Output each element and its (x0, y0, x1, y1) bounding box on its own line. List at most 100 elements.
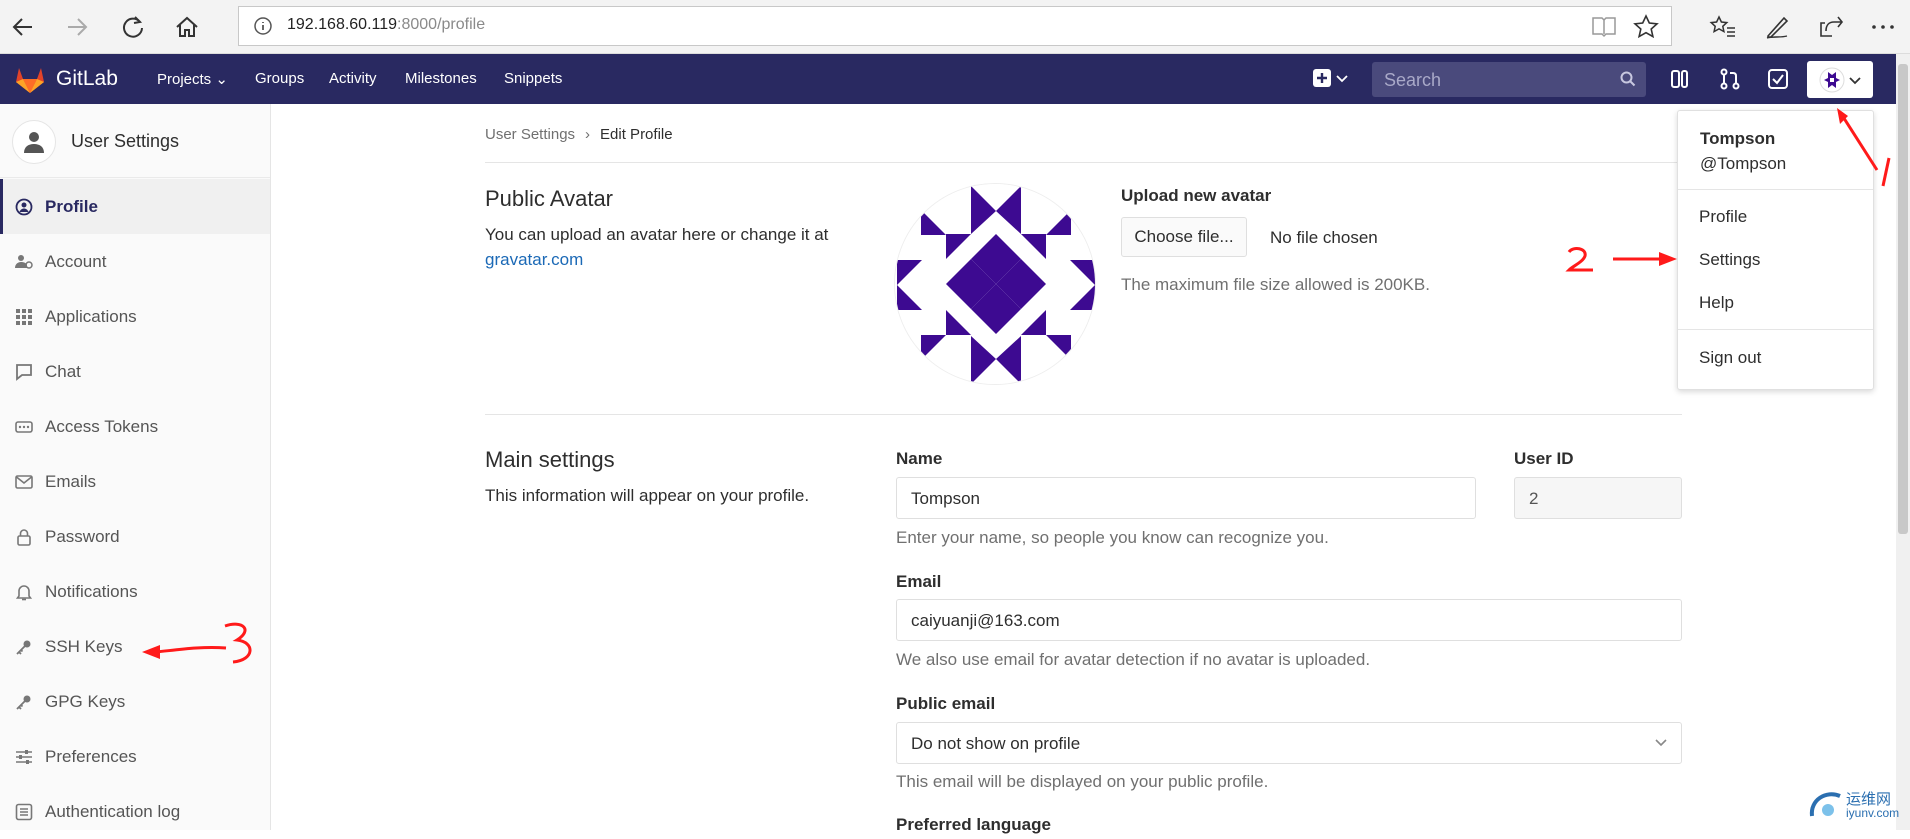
annotation-arrow-2 (1565, 247, 1677, 272)
gravatar-link[interactable]: gravatar.com (485, 250, 583, 269)
page-scrollbar[interactable] (1896, 54, 1910, 830)
no-file-text: No file chosen (1270, 228, 1378, 247)
key-icon (15, 693, 33, 711)
scrollbar-thumb[interactable] (1898, 64, 1908, 534)
favorites-list-icon[interactable] (1706, 10, 1740, 44)
chevron-down-icon (1336, 73, 1348, 83)
dropdown-user-name: Tompson (1700, 129, 1776, 148)
pen-notes-icon[interactable] (1760, 10, 1794, 44)
watermark-subtext: iyunv.com (1846, 806, 1900, 820)
chat-icon (15, 363, 33, 381)
email-input[interactable]: caiyuanji@163.com (896, 599, 1682, 641)
share-icon[interactable] (1814, 10, 1848, 44)
sidebar-item-label: Password (45, 527, 120, 546)
breadcrumb: User Settings › Edit Profile (485, 126, 673, 143)
sidebar-item-label: SSH Keys (45, 637, 123, 656)
sidebar-item-label: Profile (45, 197, 98, 216)
dropdown-help[interactable]: Help (1678, 284, 1873, 322)
nav-activity[interactable]: Activity (329, 70, 377, 87)
public-email-select[interactable]: Do not show on profile (896, 722, 1682, 764)
user-avatar-dropdown[interactable] (1807, 61, 1873, 98)
divider (485, 162, 1682, 163)
public-email-label: Public email (896, 694, 996, 713)
sidebar-item-label: Authentication log (45, 802, 181, 821)
sidebar-item-label: Access Tokens (45, 417, 159, 436)
chevron-down-icon (1849, 75, 1861, 85)
home-icon[interactable] (170, 10, 204, 44)
search-icon (1620, 71, 1636, 87)
favorite-star-icon[interactable] (1633, 14, 1659, 40)
divider (485, 414, 1682, 415)
nav-snippets[interactable]: Snippets (504, 70, 562, 87)
profile-icon (15, 198, 33, 216)
search-input[interactable]: Search (1372, 62, 1646, 97)
choose-file-button[interactable]: Choose file... (1121, 217, 1247, 257)
sidebar-item-notifications[interactable]: Notifications (0, 564, 270, 619)
dropdown-profile[interactable]: Profile (1678, 198, 1873, 236)
settings-sidebar: User Settings Profile Account Applicatio… (0, 104, 271, 830)
divider (1678, 189, 1873, 190)
sidebar-item-label: Account (45, 252, 107, 271)
bell-icon (15, 583, 33, 601)
address-bar[interactable]: 192.168.60.119:8000/profile (238, 6, 1672, 46)
avatar-image (894, 183, 1096, 385)
main-settings-title: Main settings (485, 447, 615, 472)
user-id-field: 2 (1514, 477, 1682, 519)
user-icon (12, 120, 56, 164)
email-label: Email (896, 572, 942, 591)
reading-view-icon[interactable] (1591, 14, 1617, 38)
todo-check-icon[interactable] (1766, 67, 1790, 91)
sidebar-item-authentication-log[interactable]: Authentication log (0, 784, 270, 839)
preferred-language-label: Preferred language (896, 815, 1051, 834)
email-icon (15, 473, 33, 491)
plus-square-icon (1312, 68, 1332, 88)
sidebar-item-label: Preferences (45, 747, 137, 766)
nav-milestones[interactable]: Milestones (405, 70, 477, 87)
sidebar-item-account[interactable]: Account (0, 234, 270, 289)
public-email-help: This email will be displayed on your pub… (896, 772, 1269, 791)
forward-arrow-icon[interactable] (60, 10, 94, 44)
upload-avatar-label: Upload new avatar (1121, 186, 1272, 205)
sidebar-item-label: Notifications (45, 582, 138, 601)
account-icon (15, 253, 33, 271)
browser-toolbar: 192.168.60.119:8000/profile (0, 0, 1910, 54)
divider (1678, 329, 1873, 330)
max-file-size-text: The maximum file size allowed is 200KB. (1121, 275, 1430, 294)
sidebar-item-password[interactable]: Password (0, 509, 270, 564)
new-item-dropdown[interactable] (1312, 68, 1348, 88)
url-text[interactable]: 192.168.60.119:8000/profile (287, 16, 485, 34)
chevron-down-icon (1655, 737, 1667, 747)
sidebar-item-ssh-keys[interactable]: SSH Keys (0, 619, 270, 674)
applications-icon (15, 308, 33, 326)
sidebar-title: User Settings (71, 131, 180, 151)
gitlab-brand[interactable]: GitLab (56, 67, 118, 91)
dropdown-settings[interactable]: Settings (1678, 241, 1873, 279)
merge-request-icon[interactable] (1718, 67, 1742, 91)
user-id-label: User ID (1514, 449, 1574, 468)
sidebar-item-label: Chat (45, 362, 81, 381)
nav-projects[interactable]: Projects ⌄ (157, 70, 228, 88)
sidebar-item-profile[interactable]: Profile (0, 179, 270, 234)
back-arrow-icon[interactable] (6, 10, 40, 44)
more-options-icon[interactable] (1866, 10, 1900, 44)
sidebar-header[interactable]: User Settings (0, 104, 270, 178)
email-help: We also use email for avatar detection i… (896, 650, 1371, 669)
refresh-icon[interactable] (116, 10, 150, 44)
sidebar-item-gpg-keys[interactable]: GPG Keys (0, 674, 270, 729)
issues-board-icon[interactable] (1668, 67, 1692, 91)
sidebar-item-preferences[interactable]: Preferences (0, 729, 270, 784)
dropdown-sign-out[interactable]: Sign out (1678, 339, 1873, 377)
gitlab-logo-icon[interactable] (14, 64, 46, 94)
breadcrumb-parent[interactable]: User Settings (485, 126, 575, 143)
sidebar-item-applications[interactable]: Applications (0, 289, 270, 344)
list-icon (15, 803, 33, 821)
sidebar-item-emails[interactable]: Emails (0, 454, 270, 509)
sidebar-item-access-tokens[interactable]: Access Tokens (0, 399, 270, 454)
sidebar-item-chat[interactable]: Chat (0, 344, 270, 399)
breadcrumb-current[interactable]: Edit Profile (600, 126, 673, 143)
name-input[interactable]: Tompson (896, 477, 1476, 519)
watermark-logo-icon (1809, 792, 1841, 817)
main-settings-description: This information will appear on your pro… (485, 486, 810, 505)
info-icon[interactable] (253, 16, 273, 36)
nav-groups[interactable]: Groups (255, 70, 304, 87)
